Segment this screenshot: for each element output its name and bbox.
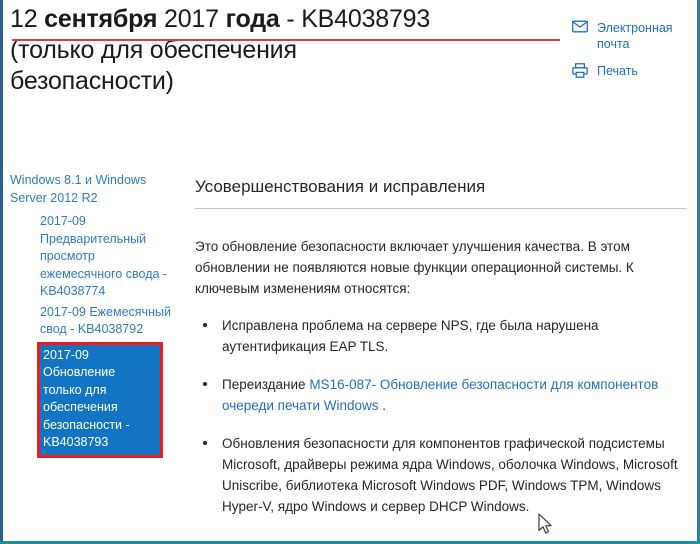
print-action-label: Печать [597,64,638,78]
list-item-text-suffix: . [378,398,387,413]
content-intro-paragraph: Это обновление безопасности включает улу… [195,239,634,296]
envelope-icon [572,20,592,33]
page-title-month: сентября [44,5,158,33]
main-content: Усовершенствования и исправления Это обн… [195,176,687,534]
bullet-dot-icon [203,323,207,327]
page-title-line3: безопасности) [10,67,174,95]
title-red-underline [12,39,560,41]
page-title-year-word: года [225,5,280,33]
list-item-text: Переиздание [222,377,310,392]
header-actions: Электронная почта Печать [572,20,700,90]
bullet-dot-icon [203,441,207,445]
page-header: 12 сентября 2017 года - KB4038793 (тольк… [10,4,690,97]
page-title-date-prefix: 12 [10,5,45,33]
print-action-button[interactable]: Печать [572,63,700,79]
list-item: Переиздание MS16-087- Обновление безопас… [195,374,687,416]
page-title-kb: - KB4038793 [279,5,431,33]
window-left-border [0,0,3,544]
email-action-button[interactable]: Электронная почта [572,20,700,52]
email-action-label: Электронная почта [597,21,673,51]
sidebar-root-product[interactable]: Windows 8.1 и Windows Server 2012 R2 [10,172,180,207]
sidebar-item-kb4038793-selected[interactable]: 2017-09 Обновление только для обеспечени… [37,341,163,458]
page-title-block: 12 сентября 2017 года - KB4038793 (тольк… [10,4,562,97]
sidebar-item-kb4038774[interactable]: 2017-09 Предварительный просмотр ежемеся… [40,213,180,301]
content-divider [195,208,687,209]
sidebar-children: 2017-09 Предварительный просмотр ежемеся… [10,213,180,458]
content-heading: Усовершенствования и исправления [195,177,486,196]
list-item: Исправлена проблема на сервере NPS, где … [195,315,687,357]
list-item-text: Обновления безопасности для компонентов … [222,436,678,514]
list-item: Обновления безопасности для компонентов … [195,433,687,517]
page-title-year: 2017 [157,5,226,33]
improvements-list: Исправлена проблема на сервере NPS, где … [195,315,687,517]
page-title: 12 сентября 2017 года - KB4038793 (тольк… [10,4,562,97]
page-root: 12 сентября 2017 года - KB4038793 (тольк… [0,0,700,544]
sidebar-item-kb4038792[interactable]: 2017-09 Ежемесячный свод - KB4038792 [40,304,180,339]
sidebar-nav: Windows 8.1 и Windows Server 2012 R2 201… [10,172,180,461]
printer-icon [572,63,592,78]
bullet-dot-icon [203,382,207,386]
list-item-text: Исправлена проблема на сервере NPS, где … [222,318,599,354]
